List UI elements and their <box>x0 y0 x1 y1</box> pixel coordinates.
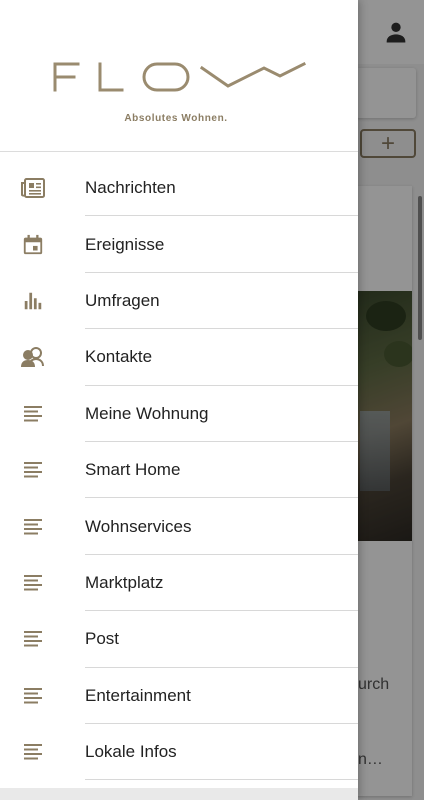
menu-item-post[interactable]: Post <box>0 611 358 668</box>
menu-item-lokale-infos[interactable]: Lokale Infos <box>0 724 358 781</box>
lines-icon <box>20 570 46 596</box>
flow-logo <box>53 61 306 92</box>
lines-icon <box>20 457 46 483</box>
drawer-bottom-strip <box>0 788 358 800</box>
menu-item-label: Entertainment <box>85 685 191 705</box>
tagline: Absolutes Wohnen. <box>124 113 228 124</box>
contacts-icon <box>20 344 46 370</box>
drawer-menu: Nachrichten Ereignisse Umfragen Kontakte <box>0 160 358 781</box>
menu-item-nachrichten[interactable]: Nachrichten <box>0 160 358 217</box>
bar-chart-icon <box>20 288 46 314</box>
calendar-icon <box>20 232 46 258</box>
menu-item-meine-wohnung[interactable]: Meine Wohnung <box>0 386 358 442</box>
navigation-drawer: Absolutes Wohnen. Nachrichten Ereignisse… <box>0 0 358 800</box>
menu-item-label: Ereignisse <box>85 234 165 254</box>
lines-icon <box>20 514 46 540</box>
menu-item-label: Kontakte <box>85 347 153 367</box>
menu-item-label: Post <box>85 629 120 649</box>
menu-item-label: Smart Home <box>85 460 181 480</box>
menu-item-label: Wohnservices <box>85 516 192 536</box>
menu-item-marktplatz[interactable]: Marktplatz <box>0 555 358 612</box>
lines-icon <box>20 683 46 709</box>
menu-item-label: Marktplatz <box>85 572 164 592</box>
menu-item-entertainment[interactable]: Entertainment <box>0 668 358 724</box>
menu-item-kontakte[interactable]: Kontakte <box>0 329 358 386</box>
menu-item-ereignisse[interactable]: Ereignisse <box>0 216 358 273</box>
menu-item-label: Meine Wohnung <box>85 403 209 423</box>
newspaper-icon <box>20 175 46 201</box>
menu-item-label: Nachrichten <box>85 178 176 198</box>
menu-item-smart-home[interactable]: Smart Home <box>0 442 358 499</box>
lines-icon <box>20 401 46 427</box>
menu-item-label: Umfragen <box>85 290 160 310</box>
lines-icon <box>20 739 46 765</box>
divider <box>85 779 358 781</box>
menu-item-wohnservices[interactable]: Wohnservices <box>0 498 358 555</box>
menu-item-umfragen[interactable]: Umfragen <box>0 273 358 330</box>
drawer-header: Absolutes Wohnen. <box>0 0 358 152</box>
menu-item-label: Lokale Infos <box>85 742 177 762</box>
lines-icon <box>20 626 46 652</box>
